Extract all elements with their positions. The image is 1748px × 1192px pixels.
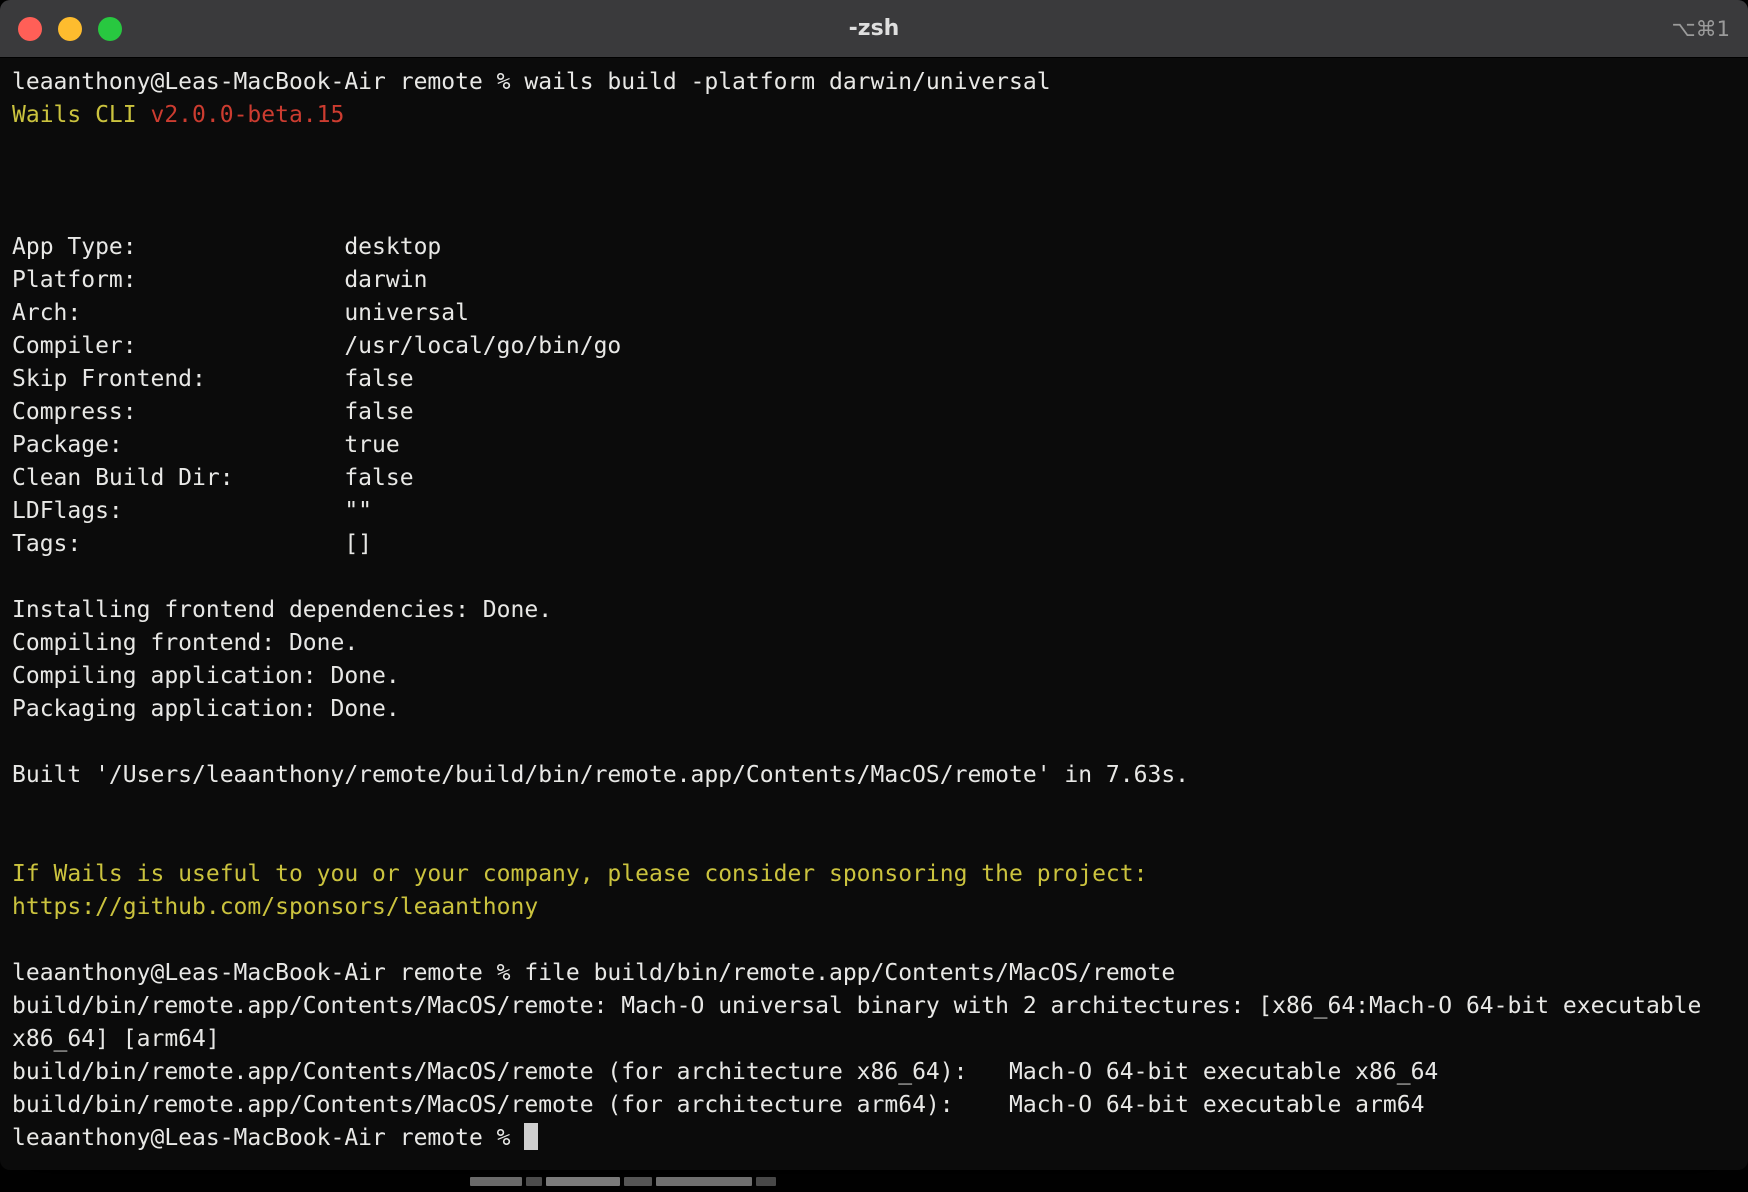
terminal-text: App Type: desktop [12, 234, 441, 260]
terminal-line: Compiler: /usr/local/go/bin/go [12, 330, 1736, 363]
terminal-line: Tags: [] [12, 528, 1736, 561]
terminal-text: Skip Frontend: false [12, 366, 414, 392]
terminal-line [12, 792, 1736, 825]
terminal-line: Packaging application: Done. [12, 693, 1736, 726]
close-button[interactable] [18, 17, 42, 41]
terminal-line: leaanthony@Leas-MacBook-Air remote % fil… [12, 957, 1736, 990]
terminal-cursor [524, 1123, 538, 1150]
window-titlebar[interactable]: -zsh ⌥⌘1 [0, 0, 1748, 58]
terminal-window: -zsh ⌥⌘1 leaanthony@Leas-MacBook-Air rem… [0, 0, 1748, 1170]
terminal-line: LDFlags: "" [12, 495, 1736, 528]
terminal-line: leaanthony@Leas-MacBook-Air remote % wai… [12, 66, 1736, 99]
terminal-line: Installing frontend dependencies: Done. [12, 594, 1736, 627]
terminal-text: Clean Build Dir: false [12, 465, 414, 491]
terminal-line: Skip Frontend: false [12, 363, 1736, 396]
terminal-line: Compress: false [12, 396, 1736, 429]
terminal-line: build/bin/remote.app/Contents/MacOS/remo… [12, 990, 1736, 1023]
window-title: -zsh [0, 16, 1748, 41]
terminal-line [12, 198, 1736, 231]
terminal-text: Package: true [12, 432, 400, 458]
terminal-text: build/bin/remote.app/Contents/MacOS/remo… [12, 1059, 1438, 1085]
terminal-text: https://github.com/sponsors/leaanthony [12, 894, 538, 920]
background-window-fragment [470, 1175, 776, 1187]
traffic-lights [18, 0, 122, 57]
terminal-text: Compress: false [12, 399, 414, 425]
zoom-button[interactable] [98, 17, 122, 41]
terminal-text: Compiler: /usr/local/go/bin/go [12, 333, 621, 359]
terminal-line: Clean Build Dir: false [12, 462, 1736, 495]
terminal-line: x86_64] [arm64] [12, 1023, 1736, 1056]
terminal-line: https://github.com/sponsors/leaanthony [12, 891, 1736, 924]
terminal-line [12, 165, 1736, 198]
terminal-line: Compiling frontend: Done. [12, 627, 1736, 660]
terminal-line [12, 924, 1736, 957]
terminal-text: Compiling frontend: Done. [12, 630, 358, 656]
terminal-text: build/bin/remote.app/Contents/MacOS/remo… [12, 993, 1701, 1019]
terminal-line: Platform: darwin [12, 264, 1736, 297]
window-shortcut-badge: ⌥⌘1 [1671, 0, 1730, 57]
terminal-output[interactable]: leaanthony@Leas-MacBook-Air remote % wai… [0, 58, 1748, 1163]
terminal-line [12, 561, 1736, 594]
terminal-line [12, 132, 1736, 165]
terminal-text: Packaging application: Done. [12, 696, 400, 722]
terminal-line: build/bin/remote.app/Contents/MacOS/remo… [12, 1089, 1736, 1122]
terminal-text: build/bin/remote.app/Contents/MacOS/remo… [12, 1092, 1424, 1118]
terminal-text: v2.0.0-beta.15 [150, 102, 344, 128]
terminal-line: leaanthony@Leas-MacBook-Air remote % [12, 1122, 1736, 1155]
terminal-line: Wails CLI v2.0.0-beta.15 [12, 99, 1736, 132]
terminal-text: Tags: [] [12, 531, 372, 557]
terminal-text: Platform: darwin [12, 267, 427, 293]
terminal-line: Compiling application: Done. [12, 660, 1736, 693]
terminal-text: If Wails is useful to you or your compan… [12, 861, 1147, 887]
terminal-line [12, 825, 1736, 858]
terminal-text: LDFlags: "" [12, 498, 372, 524]
terminal-line: build/bin/remote.app/Contents/MacOS/remo… [12, 1056, 1736, 1089]
minimize-button[interactable] [58, 17, 82, 41]
terminal-line: App Type: desktop [12, 231, 1736, 264]
terminal-text: Wails CLI [12, 102, 150, 128]
terminal-text: leaanthony@Leas-MacBook-Air remote % fil… [12, 960, 1175, 986]
terminal-line: Package: true [12, 429, 1736, 462]
terminal-text: leaanthony@Leas-MacBook-Air remote % wai… [12, 69, 1051, 95]
terminal-line: Arch: universal [12, 297, 1736, 330]
terminal-text: leaanthony@Leas-MacBook-Air remote % [12, 1125, 524, 1151]
terminal-text: x86_64] [arm64] [12, 1026, 220, 1052]
terminal-text: Built '/Users/leaanthony/remote/build/bi… [12, 762, 1189, 788]
terminal-line: If Wails is useful to you or your compan… [12, 858, 1736, 891]
terminal-text: Compiling application: Done. [12, 663, 400, 689]
terminal-line: Built '/Users/leaanthony/remote/build/bi… [12, 759, 1736, 792]
terminal-text: Installing frontend dependencies: Done. [12, 597, 552, 623]
terminal-text: Arch: universal [12, 300, 469, 326]
terminal-line [12, 726, 1736, 759]
